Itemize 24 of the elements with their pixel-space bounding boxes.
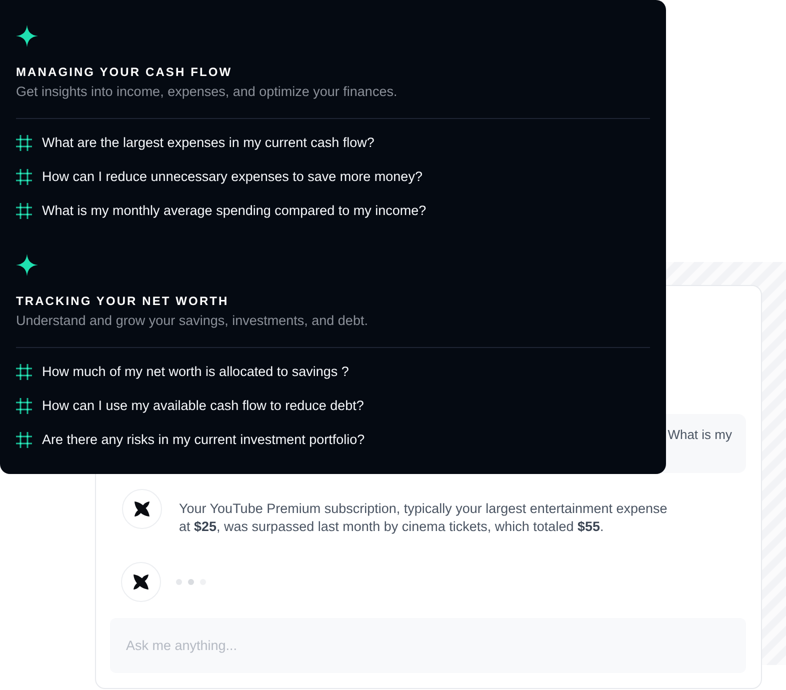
sparkle-icon xyxy=(16,254,38,276)
suggested-question[interactable]: How can I reduce unnecessary expenses to save more money? xyxy=(16,167,422,187)
section-subtitle: Get insights into income, expenses, and optimize your finances. xyxy=(16,84,398,100)
section-subtitle: Understand and grow your savings, investments, and debt. xyxy=(16,313,369,329)
section-title: TRACKING YOUR NET WORTH xyxy=(16,293,230,309)
chat-input[interactable]: Ask me anything... xyxy=(110,618,746,673)
hash-icon xyxy=(16,135,32,151)
hash-icon xyxy=(16,169,32,185)
suggested-question[interactable]: What are the largest expenses in my current cash flow? xyxy=(16,133,374,153)
sparkle-icon xyxy=(16,25,38,47)
typing-dot-icon xyxy=(176,579,182,585)
bot-avatar-icon xyxy=(121,562,161,602)
suggested-question[interactable]: What is my monthly average spending compared to my income? xyxy=(16,201,426,221)
hash-icon xyxy=(16,203,32,219)
suggested-question[interactable]: How much of my net worth is allocated to savings ? xyxy=(16,362,349,382)
typing-dot-icon xyxy=(188,579,194,585)
section-title: MANAGING YOUR CASH FLOW xyxy=(16,64,234,80)
hash-icon xyxy=(16,398,32,414)
assistant-message: Your YouTube Premium subscription, typically your largest entertainment expense at $25, was surpassed last month by cinema tickets, which totaled $55. xyxy=(179,500,668,536)
bot-avatar-icon xyxy=(122,489,162,529)
hash-icon xyxy=(16,432,32,448)
suggested-question[interactable]: Are there any risks in my current investment portfolio? xyxy=(16,430,365,450)
hash-icon xyxy=(16,364,32,380)
suggested-question[interactable]: How can I use my available cash flow to reduce debt? xyxy=(16,396,364,416)
